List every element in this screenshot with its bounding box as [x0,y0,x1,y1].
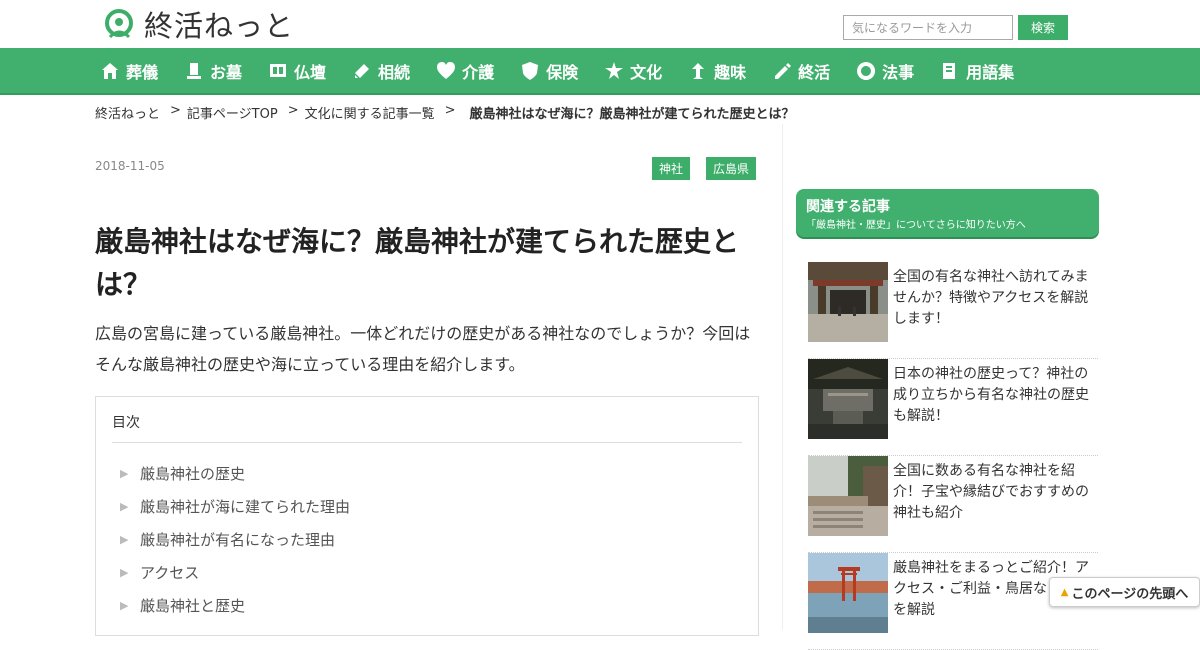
triangle-right-icon: ▶ [120,467,129,480]
article-date: 2018-11-05 [95,159,165,173]
logo-text: 終活ねっと [144,9,295,43]
main-nav: 葬儀 お墓 仏壇 相続 介護 保険 文化 趣味 終活 法事 用語集 [0,48,1200,95]
search-button[interactable]: 検索 [1018,15,1068,40]
hobby-icon [692,63,705,79]
breadcrumb-separator: > [444,103,456,118]
toc-divider [112,442,742,443]
culture-icon [605,62,624,79]
grave-icon [187,63,202,79]
nav-item-label: 趣味 [714,63,747,82]
altar-icon [270,64,287,77]
triangle-right-icon: ▶ [120,599,129,612]
triangle-right-icon: ▶ [120,566,129,579]
nav-item-8[interactable]: 終活 [772,48,830,94]
toc-item-label: 厳島神社の歴史 [140,465,246,483]
toc-item-label: 厳島神社が有名になった理由 [140,531,336,549]
triangle-up-icon: ▲ [1060,586,1069,598]
nav-item-label: 仏壇 [294,63,327,82]
toc-item[interactable]: ▶ 厳島神社と歴史 [120,589,350,622]
related-article-thumbnail[interactable] [808,262,888,342]
nav-item-0[interactable]: 葬儀 [100,48,158,94]
nav-item-10[interactable]: 用語集 [940,48,1014,94]
nav-item-6[interactable]: 文化 [604,48,662,94]
search-form: 検索 [843,15,1068,40]
care-icon [437,62,456,79]
back-to-top-button[interactable]: ▲ このページの先頭へ [1049,577,1200,607]
column-divider [782,124,783,630]
site-header: 終活ねっと 検索 [0,0,1200,48]
related-heading: 関連する記事 [806,199,890,215]
site-logo[interactable]: 終活ねっと [102,6,295,43]
nav-item-4[interactable]: 介護 [436,48,494,94]
related-article-item[interactable]: 全国に数ある有名な神社を紹介！子宝や縁結びでおすすめの神社も紹介 [808,456,1098,553]
nav-item-2[interactable]: 仏壇 [268,48,326,94]
article-tags: 神社 広島県 [651,157,756,180]
glossary-icon [943,63,956,79]
nav-item-9[interactable]: 法事 [856,48,914,94]
toc-item-label: 厳島神社が海に建てられた理由 [140,498,351,516]
related-subheading: 「厳島神社・歴史」についてさらに知りたい方へ [806,220,1026,231]
breadcrumb: 終活ねっと > 記事ページTOP > 文化に関する記事一覧 > 厳島神社はなぜ海… [95,103,795,122]
back-to-top-label: このページの先頭へ [1071,586,1189,602]
toc-item-label: アクセス [140,564,200,582]
breadcrumb-current: 厳島神社はなぜ海に？厳島神社が建てられた歴史とは？ [469,107,795,122]
related-article-thumbnail[interactable] [808,553,888,633]
related-article-title[interactable]: 日本の神社の歴史って？神社の成り立ちから有名な神社の歴史も解説！ [893,364,1093,427]
triangle-right-icon: ▶ [120,500,129,513]
search-input[interactable] [843,15,1013,40]
related-article-thumbnail[interactable] [808,359,888,439]
toc-item[interactable]: ▶ 厳島神社が海に建てられた理由 [120,490,350,523]
related-article-title[interactable]: 全国に数ある有名な神社を紹介！子宝や縁結びでおすすめの神社も紹介 [893,461,1093,524]
nav-item-7[interactable]: 趣味 [688,48,746,94]
toc-heading: 目次 [112,415,140,431]
article-lead: 広島の宮島に建っている厳島神社。一体どれだけの歴史がある神社なのでしょうか？今回… [95,324,751,374]
pencil-icon [775,63,792,79]
nav-item-label: 用語集 [966,63,1015,82]
nav-item-label: 保険 [546,63,579,82]
nav-item-label: 文化 [630,63,663,82]
nav-item-5[interactable]: 保険 [520,48,578,94]
triangle-right-icon: ▶ [120,533,129,546]
tag-hiroshima[interactable]: 広島県 [705,157,756,180]
related-article-thumbnail[interactable] [808,456,888,536]
memorial-icon [857,62,876,80]
related-article-item[interactable]: 全国の有名な神社へ訪れてみませんか？特徴やアクセスを解説します！ [808,262,1098,359]
nav-item-label: 葬儀 [126,63,159,82]
tag-shrine[interactable]: 神社 [651,157,690,180]
funeral-icon [102,63,118,79]
breadcrumb-separator: > [287,103,299,118]
nav-item-label: 終活 [798,63,831,82]
inheritance-icon [355,64,370,78]
toc-item[interactable]: ▶ アクセス [120,556,350,589]
table-of-contents: 目次 ▶ 厳島神社の歴史 ▶ 厳島神社が海に建てられた理由 ▶ 厳島神社が有名になった理由… [95,396,759,636]
nav-item-label: 相続 [378,63,411,82]
toc-item[interactable]: ▶ 厳島神社の歴史 [120,457,350,490]
toc-item[interactable]: ▶ 厳島神社が有名になった理由 [120,523,350,556]
nav-item-3[interactable]: 相続 [352,48,410,94]
nav-item-label: 法事 [882,63,915,82]
article-title: 厳島神社はなぜ海に？厳島神社が建てられた歴史とは？ [95,225,740,301]
nav-item-label: お墓 [210,63,243,82]
nav-item-1[interactable]: お墓 [184,48,242,94]
breadcrumb-culture-list[interactable]: 文化に関する記事一覧 [305,103,435,122]
related-article-title[interactable]: 全国の有名な神社へ訪れてみませんか？特徴やアクセスを解説します！ [893,267,1093,330]
logo-icon [105,9,133,39]
nav-item-label: 介護 [462,63,495,82]
breadcrumb-home[interactable]: 終活ねっと [95,103,160,122]
insurance-icon [522,62,539,80]
toc-item-label: 厳島神社と歴史 [140,597,246,615]
breadcrumb-articles-top[interactable]: 記事ページTOP [187,103,278,122]
related-article-item[interactable]: 日本の神社の歴史って？神社の成り立ちから有名な神社の歴史も解説！ [808,359,1098,456]
breadcrumb-separator: > [170,103,181,118]
related-articles-header: 関連する記事 「厳島神社・歴史」についてさらに知りたい方へ [796,189,1099,237]
